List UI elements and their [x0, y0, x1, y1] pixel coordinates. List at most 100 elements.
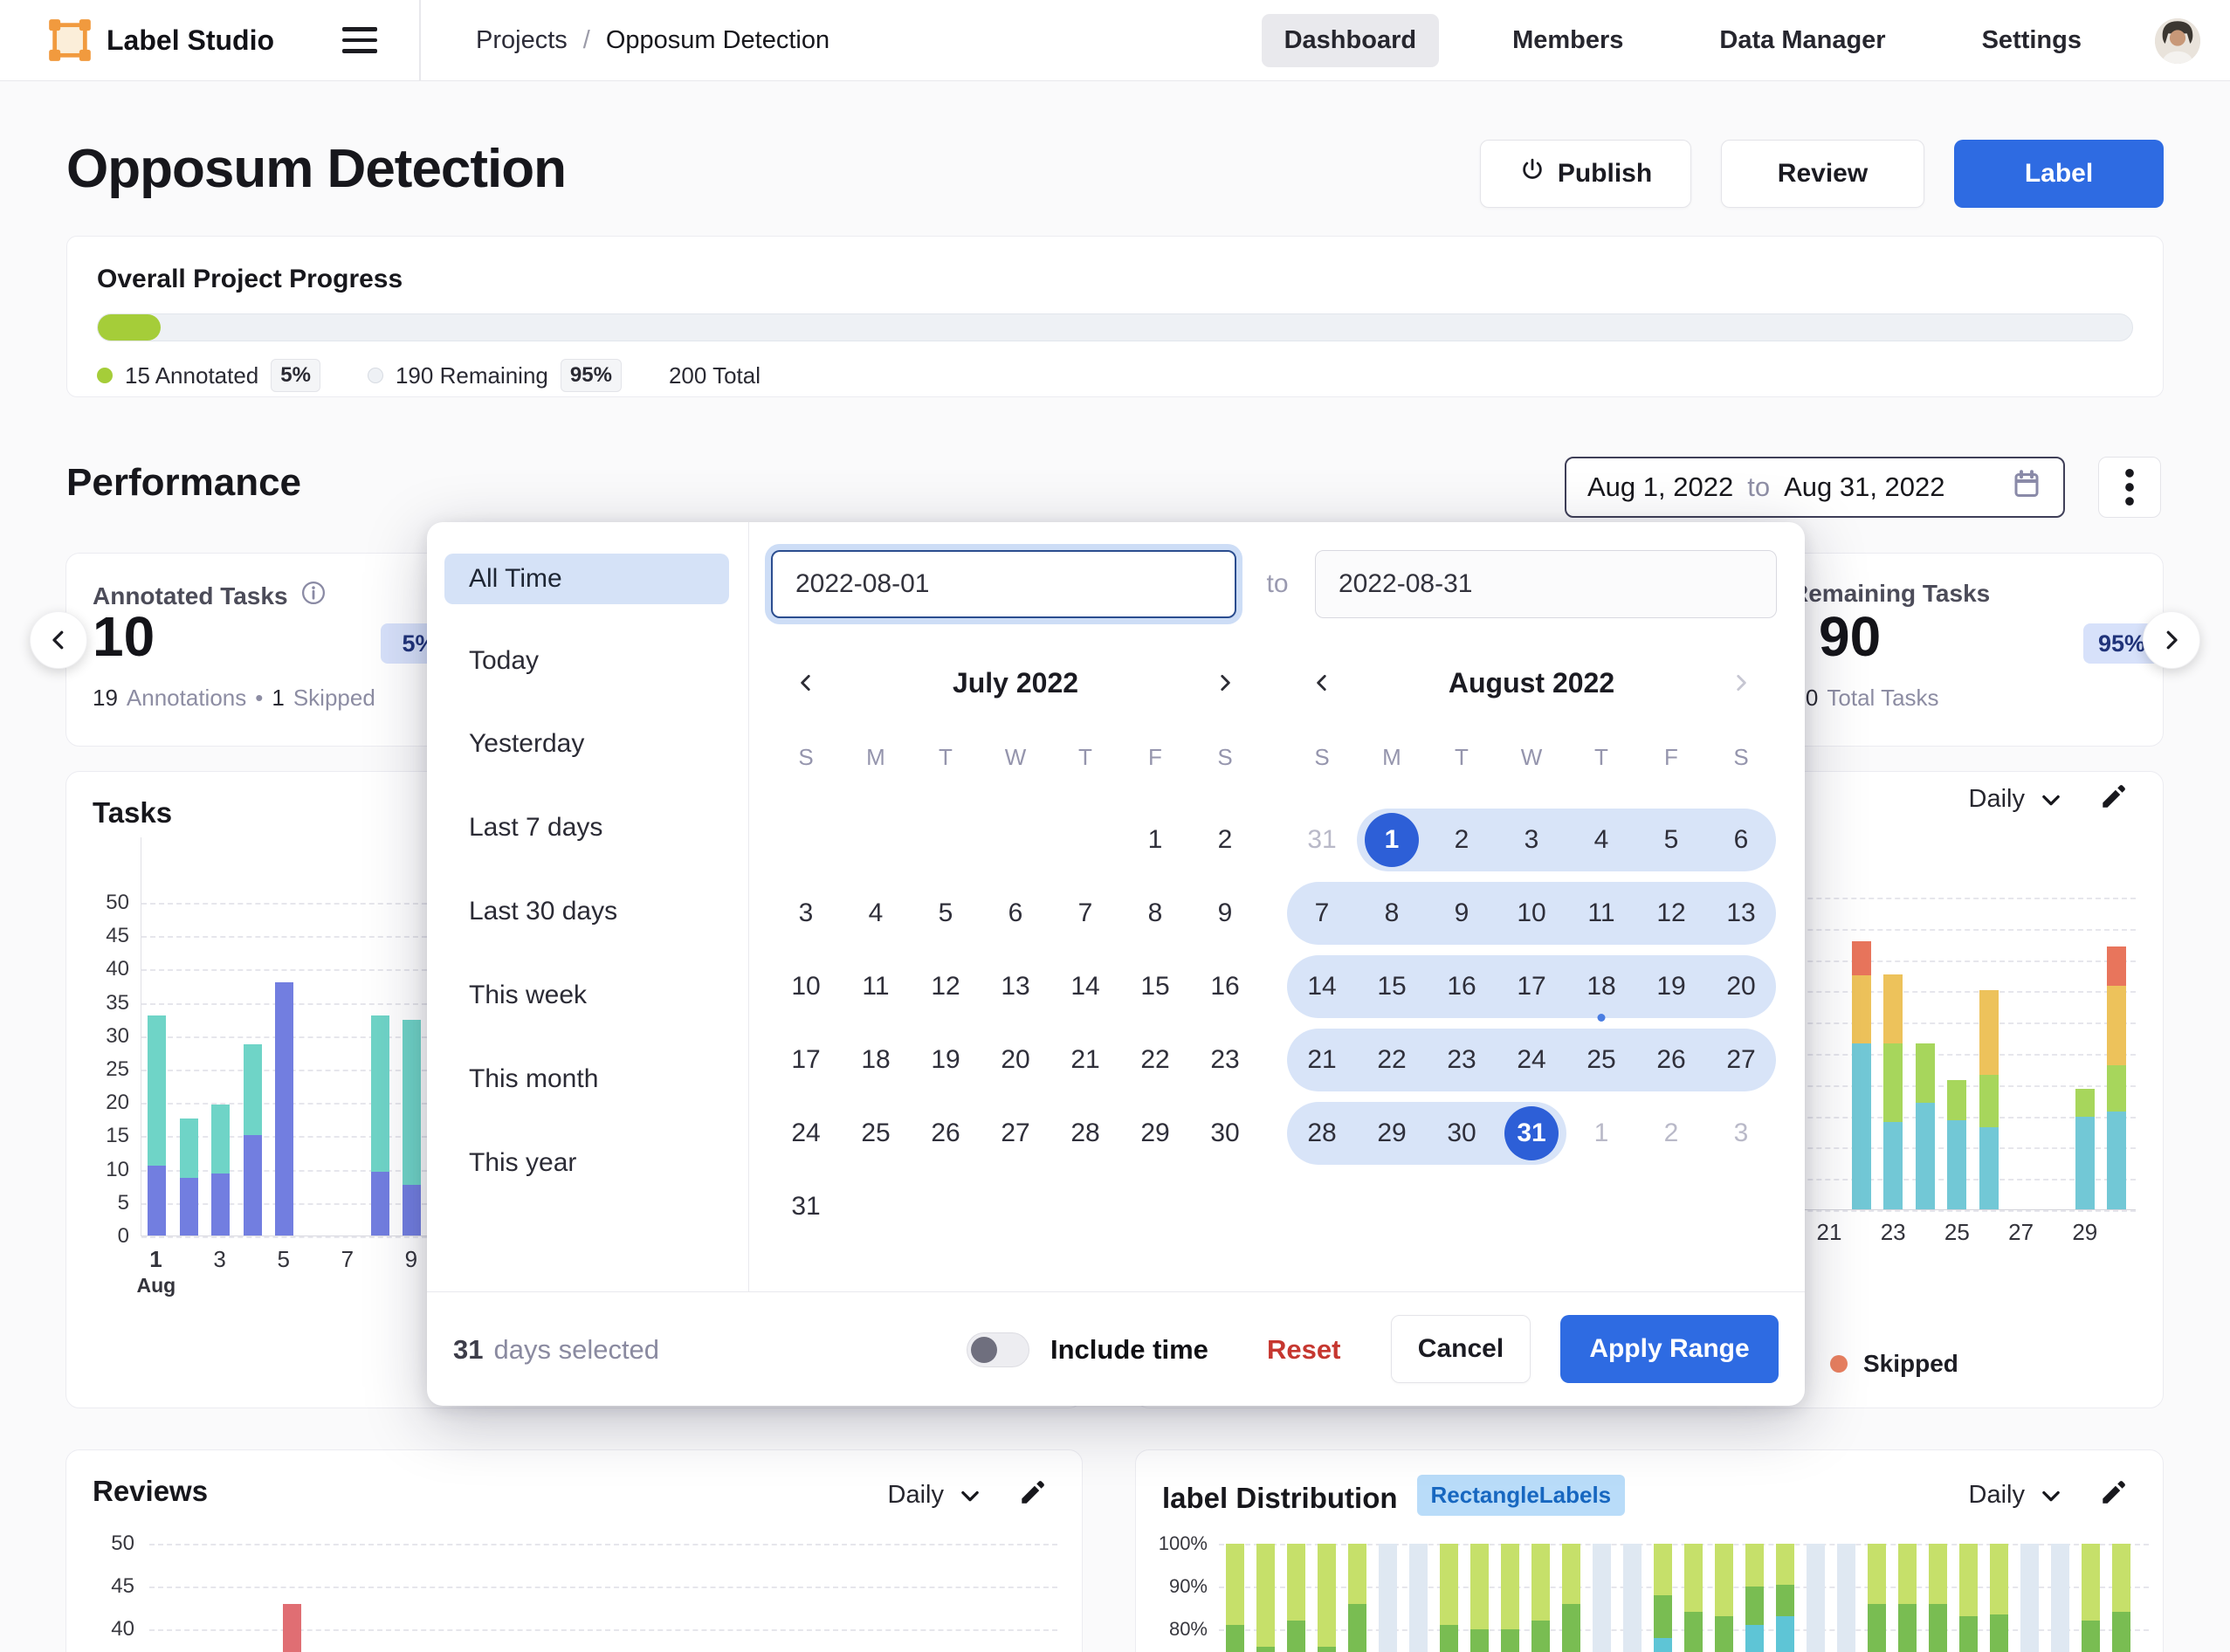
calendar-day[interactable]: 13	[981, 950, 1050, 1023]
carousel-prev-button[interactable]	[30, 611, 87, 669]
calendar-day[interactable]: 8	[1357, 877, 1427, 950]
calendar-day[interactable]: 29	[1120, 1097, 1190, 1170]
calendar-day[interactable]: 22	[1120, 1023, 1190, 1097]
calendar-day[interactable]: 24	[1497, 1023, 1566, 1097]
calendar-day[interactable]: 7	[1287, 877, 1357, 950]
review-button[interactable]: Review	[1721, 140, 1924, 208]
preset-all-time[interactable]: All Time	[444, 554, 729, 604]
calendar-day[interactable]: 8	[1120, 877, 1190, 950]
calendar-day[interactable]: 6	[1706, 803, 1776, 877]
include-time-toggle[interactable]	[967, 1332, 1029, 1367]
calendar-day[interactable]: 9	[1427, 877, 1497, 950]
preset-today[interactable]: Today	[444, 636, 729, 686]
publish-button[interactable]: Publish	[1480, 140, 1691, 208]
calendar-day[interactable]: 3	[1497, 803, 1566, 877]
calendar-day[interactable]: 2	[1190, 803, 1260, 877]
calendar-day[interactable]: 11	[841, 950, 911, 1023]
calendar-day[interactable]: 30	[1427, 1097, 1497, 1170]
info-icon[interactable]	[300, 580, 327, 612]
august-next-month-button-disabled[interactable]	[1724, 665, 1759, 700]
calendar-day[interactable]: 26	[1636, 1023, 1706, 1097]
calendar-day[interactable]: 27	[981, 1097, 1050, 1170]
calendar-day[interactable]: 20	[1706, 950, 1776, 1023]
calendar-day[interactable]: 31	[771, 1170, 841, 1243]
preset-last-30-days[interactable]: Last 30 days	[444, 886, 729, 937]
calendar-day[interactable]: 15	[1357, 950, 1427, 1023]
calendar-day[interactable]: 12	[1636, 877, 1706, 950]
hamburger-menu-icon[interactable]	[342, 27, 377, 60]
calendar-day[interactable]: 9	[1190, 877, 1260, 950]
calendar-day[interactable]: 6	[981, 877, 1050, 950]
preset-this-year[interactable]: This year	[444, 1138, 729, 1188]
apply-range-button[interactable]: Apply Range	[1560, 1315, 1779, 1383]
calendar-day[interactable]: 22	[1357, 1023, 1427, 1097]
calendar-day[interactable]: 16	[1427, 950, 1497, 1023]
label-button[interactable]: Label	[1954, 140, 2164, 208]
calendar-day[interactable]: 14	[1287, 950, 1357, 1023]
calendar-day[interactable]: 16	[1190, 950, 1260, 1023]
august-prev-month-button[interactable]	[1304, 665, 1339, 700]
calendar-day[interactable]: 27	[1706, 1023, 1776, 1097]
edit-pencil-icon[interactable]	[2098, 782, 2128, 816]
calendar-day[interactable]: 18	[841, 1023, 911, 1097]
nav-item-members[interactable]: Members	[1490, 14, 1646, 67]
calendar-day[interactable]: 17	[771, 1023, 841, 1097]
preset-this-month[interactable]: This month	[444, 1054, 729, 1105]
calendar-day[interactable]: 3	[1706, 1097, 1776, 1170]
calendar-day[interactable]: 5	[1636, 803, 1706, 877]
calendar-day[interactable]: 19	[911, 1023, 981, 1097]
calendar-day[interactable]: 23	[1190, 1023, 1260, 1097]
cancel-button[interactable]: Cancel	[1391, 1315, 1531, 1383]
calendar-day[interactable]: 21	[1050, 1023, 1120, 1097]
calendar-day[interactable]: 2	[1427, 803, 1497, 877]
calendar-day[interactable]: 18	[1566, 950, 1636, 1023]
calendar-day[interactable]: 11	[1566, 877, 1636, 950]
calendar-day[interactable]: 3	[771, 877, 841, 950]
july-prev-month-button[interactable]	[788, 665, 823, 700]
calendar-day[interactable]: 10	[1497, 877, 1566, 950]
calendar-day[interactable]: 5	[911, 877, 981, 950]
calendar-day[interactable]: 20	[981, 1023, 1050, 1097]
calendar-day[interactable]: 29	[1357, 1097, 1427, 1170]
calendar-day[interactable]: 15	[1120, 950, 1190, 1023]
start-date-input[interactable]: 2022-08-01	[771, 550, 1236, 618]
nav-item-data-manager[interactable]: Data Manager	[1697, 14, 1908, 67]
calendar-day[interactable]: 31	[1287, 803, 1357, 877]
preset-last-7-days[interactable]: Last 7 days	[444, 802, 729, 853]
calendar-day[interactable]: 23	[1427, 1023, 1497, 1097]
calendar-day[interactable]: 17	[1497, 950, 1566, 1023]
calendar-day[interactable]: 14	[1050, 950, 1120, 1023]
nav-item-settings[interactable]: Settings	[1959, 14, 2104, 67]
calendar-day[interactable]: 24	[771, 1097, 841, 1170]
calendar-day[interactable]: 28	[1050, 1097, 1120, 1170]
calendar-day[interactable]: 4	[1566, 803, 1636, 877]
calendar-day[interactable]: 1	[1357, 803, 1427, 877]
annotations-granularity-dropdown[interactable]: Daily	[1969, 785, 2063, 814]
calendar-day[interactable]: 1	[1566, 1097, 1636, 1170]
calendar-day[interactable]: 25	[841, 1097, 911, 1170]
calendar-day[interactable]: 4	[841, 877, 911, 950]
calendar-day[interactable]: 12	[911, 950, 981, 1023]
carousel-next-button[interactable]	[2143, 611, 2200, 669]
calendar-day[interactable]: 7	[1050, 877, 1120, 950]
calendar-day[interactable]: 26	[911, 1097, 981, 1170]
calendar-day[interactable]: 10	[771, 950, 841, 1023]
calendar-day[interactable]: 21	[1287, 1023, 1357, 1097]
calendar-day[interactable]: 31	[1497, 1097, 1566, 1170]
calendar-day[interactable]: 2	[1636, 1097, 1706, 1170]
calendar-day[interactable]: 25	[1566, 1023, 1636, 1097]
end-date-input[interactable]: 2022-08-31	[1315, 550, 1777, 618]
calendar-day[interactable]: 13	[1706, 877, 1776, 950]
user-avatar[interactable]	[2155, 18, 2200, 64]
more-options-button[interactable]	[2098, 457, 2161, 518]
calendar-day[interactable]: 19	[1636, 950, 1706, 1023]
preset-this-week[interactable]: This week	[444, 970, 729, 1021]
date-range-button[interactable]: Aug 1, 2022 to Aug 31, 2022	[1565, 457, 2065, 518]
calendar-day[interactable]: 1	[1120, 803, 1190, 877]
calendar-day[interactable]: 30	[1190, 1097, 1260, 1170]
nav-item-dashboard[interactable]: Dashboard	[1262, 14, 1439, 67]
july-next-month-button[interactable]	[1208, 665, 1242, 700]
calendar-day[interactable]: 28	[1287, 1097, 1357, 1170]
reset-link[interactable]: Reset	[1267, 1292, 1340, 1407]
breadcrumb-projects[interactable]: Projects	[476, 26, 568, 55]
